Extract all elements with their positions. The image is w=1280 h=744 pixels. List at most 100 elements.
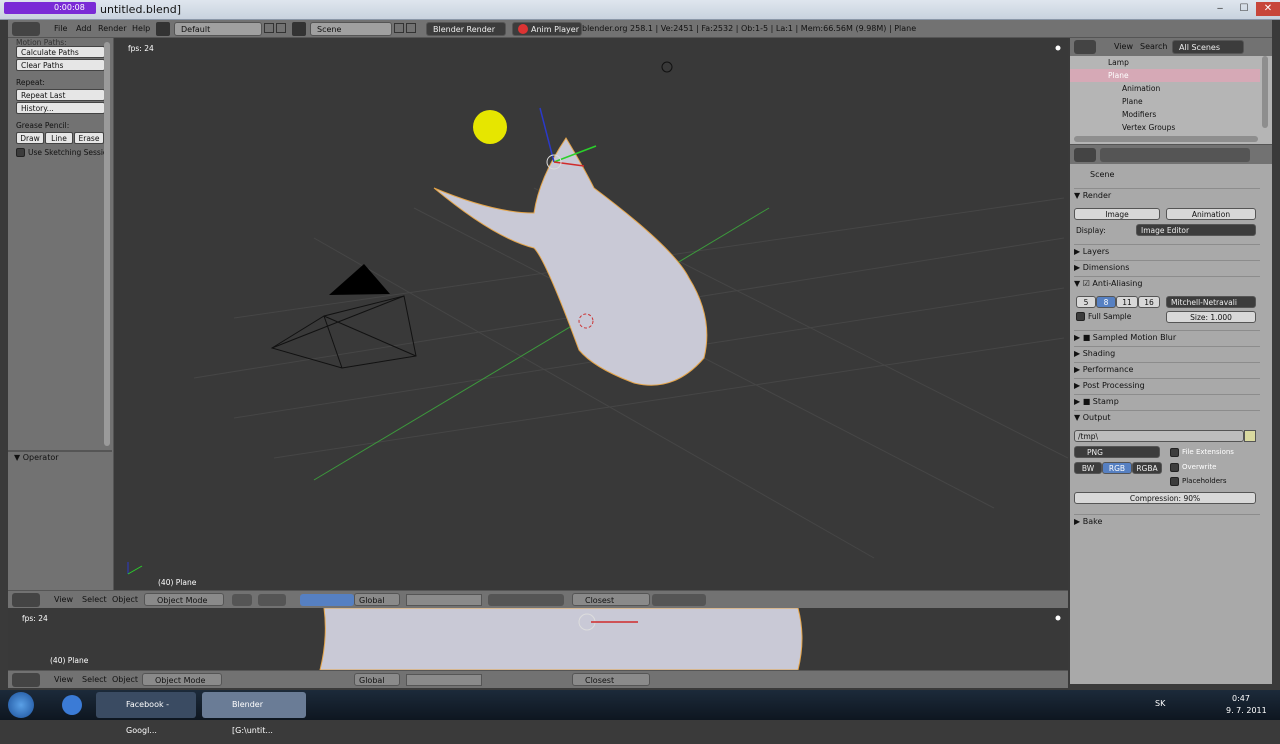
color-rgb-button[interactable]: RGB [1102,462,1132,474]
recorder-bar[interactable]: 0:00:08 [4,2,96,14]
camera-object[interactable] [270,295,417,369]
render-animation-button[interactable]: Animation [1166,208,1256,220]
overwrite-checkbox[interactable] [1170,463,1179,472]
outliner-view-menu[interactable]: View [1114,41,1133,53]
layer-buttons[interactable] [406,674,482,686]
draw-button[interactable]: Draw [16,132,44,144]
stamp-panel-header[interactable]: ▶ ■ Stamp [1074,394,1260,408]
outliner-row-modifiers[interactable]: Modifiers [1070,108,1260,121]
menu-object[interactable]: Object [112,674,138,686]
post-processing-panel-header[interactable]: ▶ Post Processing [1074,378,1260,392]
aa-samples-11[interactable]: 11 [1116,296,1138,308]
mode-select[interactable]: Object Mode [144,593,224,606]
full-sample-checkbox[interactable] [1076,312,1085,321]
editor-type-icon[interactable] [1074,148,1096,162]
snap-target-select[interactable]: Closest [572,673,650,686]
render-engine-select[interactable]: Blender Render [426,22,506,36]
repeat-last-button[interactable]: Repeat Last [16,89,105,101]
language-indicator[interactable]: SK [1155,699,1165,708]
editor-type-icon[interactable] [12,673,40,687]
orientation-select[interactable]: Global [354,673,400,686]
motion-blur-panel-header[interactable]: ▶ ■ Sampled Motion Blur [1074,330,1260,344]
shading-panel-header[interactable]: ▶ Shading [1074,346,1260,360]
sketching-checkbox[interactable] [16,148,25,157]
taskbar-chrome[interactable]: Facebook - Googl... [96,692,196,735]
toolshelf-scrollbar[interactable] [104,42,110,446]
outliner-hscrollbar[interactable] [1074,136,1258,142]
shading-icon[interactable] [232,594,252,606]
maximize-button[interactable]: ☐ [1232,2,1256,16]
viewport-corner-icon[interactable] [1055,45,1061,51]
layout-field[interactable]: Default [174,22,262,36]
z-gizmo[interactable] [539,107,555,163]
color-bw-button[interactable]: BW [1074,462,1102,474]
performance-panel-header[interactable]: ▶ Performance [1074,362,1260,376]
aa-samples-5[interactable]: 5 [1076,296,1096,308]
properties-context-tabs[interactable] [1100,148,1250,162]
outliner-filter-select[interactable]: All Scenes [1172,40,1244,54]
filter-size-field[interactable]: Size: 1.000 [1166,311,1256,323]
taskbar-blender[interactable]: Blender [G:\untit... [202,692,306,735]
mode-select[interactable]: Object Mode [142,673,222,686]
outliner-row-vertex-groups[interactable]: Vertex Groups [1070,121,1260,134]
operator-panel[interactable]: ▼ Operator [14,453,59,462]
erase-button[interactable]: Erase [74,132,104,144]
menu-view[interactable]: View [54,594,73,606]
aa-filter-select[interactable]: Mitchell-Netravali [1166,296,1256,308]
history-button[interactable]: History... [16,102,105,114]
outliner-row-lamp[interactable]: Lamp [1070,56,1260,69]
format-select[interactable]: PNG [1074,446,1160,458]
snap-icons[interactable] [488,594,564,606]
display-select[interactable]: Image Editor [1136,224,1256,236]
pivot-icon[interactable] [258,594,286,606]
placeholders-checkbox[interactable] [1170,477,1179,486]
menu-render[interactable]: Render [98,23,126,35]
menu-file[interactable]: File [54,23,67,35]
menu-help[interactable]: Help [132,23,150,35]
folder-icon[interactable] [1244,430,1256,442]
bake-panel-header[interactable]: ▶ Bake [1074,514,1260,528]
render-icons[interactable] [652,594,706,606]
menu-select[interactable]: Select [82,594,107,606]
output-path-field[interactable]: /tmp\ [1074,430,1244,442]
mesh-close-up[interactable] [319,608,803,670]
dimensions-panel-header[interactable]: ▶ Dimensions [1074,260,1260,274]
orientation-select[interactable]: Global [354,593,400,606]
minimize-button[interactable]: ‒ [1208,2,1232,16]
render-panel-header[interactable]: ▼ Render [1074,188,1260,202]
manipulator-icons[interactable] [300,594,354,606]
snap-target-select[interactable]: Closest [572,593,650,606]
layer-buttons[interactable] [406,594,482,606]
3d-viewport[interactable]: fps: 24 (40) Plane [114,38,1068,590]
scene-remove-icon[interactable] [406,23,416,33]
render-image-button[interactable]: Image [1074,208,1160,220]
menu-view[interactable]: View [54,674,73,686]
aa-samples-8[interactable]: 8 [1096,296,1116,308]
color-rgba-button[interactable]: RGBA [1132,462,1162,474]
outliner-scrollbar[interactable] [1262,56,1268,128]
scene-add-icon[interactable] [394,23,404,33]
menu-object[interactable]: Object [112,594,138,606]
close-button[interactable]: ✕ [1256,2,1280,16]
calculate-paths-button[interactable]: Calculate Paths [16,46,105,58]
start-button[interactable] [8,692,34,718]
layout-add-icon[interactable] [264,23,274,33]
output-panel-header[interactable]: ▼ Output [1074,410,1260,424]
anti-aliasing-panel-header[interactable]: ▼ ☑ Anti-Aliasing [1074,276,1260,290]
mesh-object[interactable] [433,137,708,386]
compression-slider[interactable]: Compression: 90% [1074,492,1256,504]
editor-type-icon[interactable] [1074,40,1096,54]
outliner-row-animation[interactable]: Animation [1070,82,1260,95]
aa-samples-16[interactable]: 16 [1138,296,1160,308]
layout-remove-icon[interactable] [276,23,286,33]
menu-add[interactable]: Add [76,23,92,35]
outliner-search-menu[interactable]: Search [1140,41,1167,53]
layers-panel-header[interactable]: ▶ Layers [1074,244,1260,258]
line-button[interactable]: Line [45,132,73,144]
ie-icon[interactable] [62,695,82,715]
file-extensions-checkbox[interactable] [1170,448,1179,457]
lamp-object[interactable] [661,61,673,73]
editor-type-icon[interactable] [12,22,40,36]
viewport-corner-icon[interactable] [1055,615,1061,621]
clear-paths-button[interactable]: Clear Paths [16,59,105,71]
